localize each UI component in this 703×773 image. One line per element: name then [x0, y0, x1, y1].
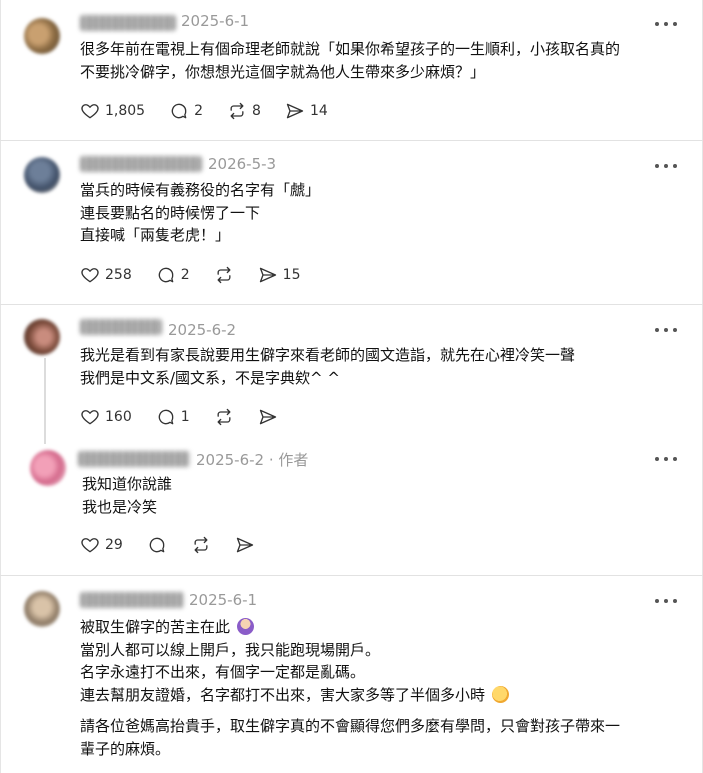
post-line: 我光是看到有家長說要用生僻字來看老師的國文造詣，就先在心裡冷笑一聲	[80, 346, 576, 364]
post-2: 2026-5-3 當兵的時候有義務役的名字有「虤」 連長要點名的時候愣了一下 直…	[0, 141, 703, 304]
post-5: 2025-6-1 被取生僻字的苦主在此 當別人都可以線上開戶，我只能跑現場開戶。…	[0, 576, 703, 773]
post-line: 我也是冷笑	[82, 497, 158, 516]
post-3: 2025-6-2 我光是看到有家長說要用生僻字來看老師的國文造詣，就先在心裡冷笑…	[0, 305, 703, 439]
action-bar: 1,805 2 8 14	[80, 100, 352, 122]
post-date[interactable]: 2025-6-1	[181, 12, 249, 30]
post-line-text: 被取生僻字的苦主在此	[80, 618, 231, 636]
share-icon	[286, 103, 304, 119]
reply-button[interactable]	[147, 535, 167, 555]
more-icon[interactable]	[655, 158, 677, 174]
post-text: 我光是看到有家長說要用生僻字來看老師的國文造詣，就先在心裡冷笑一聲 我們是中文系…	[80, 344, 575, 389]
avatar[interactable]	[24, 319, 60, 355]
heart-icon	[81, 410, 99, 425]
username-blurred[interactable]	[80, 592, 184, 608]
post-line: 名字永遠打不出來，有個字一定都是亂碼。	[80, 663, 366, 681]
author-badge: · 作者	[268, 451, 309, 469]
post-line: 直接喊「兩隻老虎！」	[80, 226, 231, 244]
post-date[interactable]: 2025-6-2	[168, 321, 236, 339]
more-icon[interactable]	[655, 593, 677, 609]
reply-button[interactable]: 1	[156, 407, 190, 427]
post-date[interactable]: 2025-6-2 · 作者	[196, 449, 308, 470]
reply-count: 2	[180, 267, 190, 283]
post-line: 我們是中文系/國文系，不是字典欸^ ^	[80, 368, 340, 387]
username-blurred[interactable]	[80, 319, 162, 335]
repost-button[interactable]: 8	[227, 101, 261, 121]
repost-button[interactable]	[214, 265, 234, 285]
post-line: 請各位爸媽高抬貴手，取生僻字真的不會顯得您們多麼有學問，只會對孩子帶來一	[80, 717, 621, 735]
share-button[interactable]: 14	[285, 101, 328, 121]
person-tipping-hand-emoji-icon	[236, 618, 254, 635]
post-date[interactable]: 2025-6-1	[189, 591, 257, 609]
reply-count: 2	[194, 103, 204, 119]
avatar[interactable]	[24, 157, 60, 193]
share-button[interactable]	[235, 535, 255, 555]
like-count: 1,805	[105, 103, 146, 119]
comment-icon	[158, 409, 174, 425]
post-line: 當兵的時候有義務役的名字有「虤」	[80, 181, 321, 199]
share-icon	[259, 267, 276, 283]
post-line: 很多年前在電視上有個命理老師就說「如果你希望孩子的一生順利，小孩取名真的	[80, 40, 621, 58]
reply-count: 1	[180, 409, 190, 425]
like-count: 29	[105, 537, 123, 553]
repost-button[interactable]	[214, 407, 234, 427]
repost-button[interactable]	[191, 535, 211, 555]
share-button[interactable]: 15	[258, 265, 301, 285]
avatar[interactable]	[24, 18, 60, 54]
post-line: 連長要點名的時候愣了一下	[80, 203, 261, 222]
heart-icon	[81, 538, 99, 553]
post-date-text: 2025-6-2	[196, 451, 265, 469]
post-line-text: 連去幫朋友證婚，名字都打不出來，害大家多等了半個多小時	[80, 685, 486, 704]
username-blurred[interactable]	[80, 15, 176, 31]
post-text: 當兵的時候有義務役的名字有「虤」 連長要點名的時候愣了一下 直接喊「兩隻老虎！」	[80, 179, 320, 247]
post-line: 被取生僻字的苦主在此	[80, 616, 620, 639]
hugging-face-emoji-icon	[491, 685, 509, 703]
post-line: 連去幫朋友證婚，名字都打不出來，害大家多等了半個多小時	[80, 684, 620, 707]
action-bar: 29	[80, 534, 279, 556]
reply-button[interactable]: 2	[169, 101, 203, 121]
share-count: 14	[309, 103, 328, 119]
heart-icon	[81, 104, 99, 119]
repost-icon	[217, 408, 231, 426]
thread-connector	[44, 358, 46, 444]
like-count: 258	[105, 267, 132, 283]
comment-icon	[171, 103, 187, 119]
post-line: 輩子的麻煩。	[80, 739, 171, 758]
post-1: 2025-6-1 很多年前在電視上有個命理老師就說「如果你希望孩子的一生順利，小…	[0, 0, 703, 140]
post-line: 當別人都可以線上開戶，我只能跑現場開戶。	[80, 640, 381, 659]
comment-icon	[158, 267, 174, 283]
like-count: 160	[105, 409, 132, 425]
share-icon	[259, 409, 276, 425]
post-line: 我知道你說誰	[82, 475, 173, 493]
more-icon[interactable]	[655, 16, 677, 32]
like-button[interactable]: 160	[80, 407, 132, 427]
username-blurred[interactable]	[80, 156, 202, 172]
post-text: 很多年前在電視上有個命理老師就說「如果你希望孩子的一生順利，小孩取名真的 不要挑…	[80, 38, 620, 83]
like-button[interactable]: 258	[80, 265, 132, 285]
post-line: 不要挑冷僻字，你想想光這個字就為他人生帶來多少麻煩？」	[80, 62, 486, 81]
reply-button[interactable]: 2	[156, 265, 190, 285]
avatar[interactable]	[24, 591, 60, 627]
more-icon[interactable]	[655, 451, 677, 467]
like-button[interactable]: 1,805	[80, 101, 145, 121]
repost-icon	[230, 102, 244, 120]
like-button[interactable]: 29	[80, 535, 123, 555]
post-text: 被取生僻字的苦主在此 當別人都可以線上開戶，我只能跑現場開戶。 名字永遠打不出來…	[80, 616, 620, 760]
comment-icon	[149, 537, 165, 553]
post-date[interactable]: 2026-5-3	[208, 155, 276, 173]
share-button[interactable]	[258, 407, 278, 427]
share-icon	[236, 537, 253, 553]
avatar[interactable]	[30, 450, 66, 486]
repost-icon	[217, 266, 231, 284]
repost-count: 8	[252, 103, 261, 119]
repost-icon	[194, 536, 208, 554]
post-4: 2025-6-2 · 作者 我知道你說誰 我也是冷笑 29	[0, 440, 703, 575]
more-icon[interactable]	[655, 322, 677, 338]
post-text: 我知道你說誰 我也是冷笑	[82, 473, 172, 518]
username-blurred[interactable]	[78, 451, 190, 467]
heart-icon	[81, 268, 99, 283]
action-bar: 258 2 15	[80, 264, 324, 286]
action-bar: 160 1	[80, 406, 302, 428]
share-count: 15	[282, 267, 301, 283]
